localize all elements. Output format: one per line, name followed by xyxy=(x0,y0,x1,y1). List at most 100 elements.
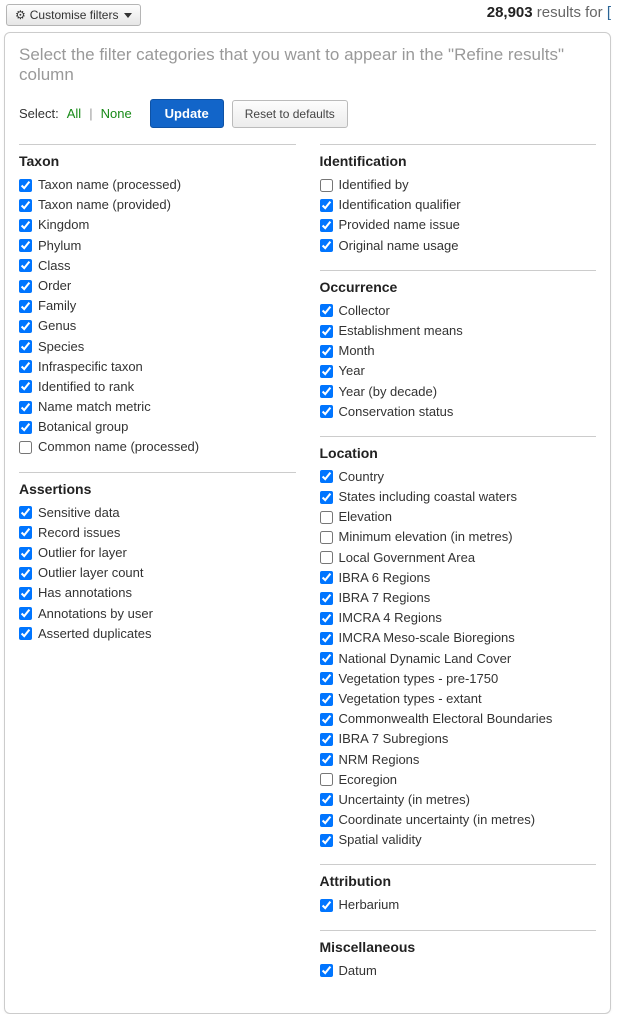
filter-checkbox[interactable] xyxy=(320,385,333,398)
filter-label[interactable]: Month xyxy=(339,342,375,360)
filter-label[interactable]: Year (by decade) xyxy=(339,383,438,401)
filter-checkbox[interactable] xyxy=(19,360,32,373)
filter-label[interactable]: Botanical group xyxy=(38,418,128,436)
filter-label[interactable]: IMCRA 4 Regions xyxy=(339,609,442,627)
filter-checkbox[interactable] xyxy=(19,300,32,313)
filter-label[interactable]: National Dynamic Land Cover xyxy=(339,650,512,668)
filter-checkbox[interactable] xyxy=(320,571,333,584)
filter-label[interactable]: Record issues xyxy=(38,524,120,542)
reset-button[interactable]: Reset to defaults xyxy=(232,100,348,128)
filter-checkbox[interactable] xyxy=(320,773,333,786)
filter-checkbox[interactable] xyxy=(320,964,333,977)
filter-checkbox[interactable] xyxy=(320,345,333,358)
filter-checkbox[interactable] xyxy=(320,470,333,483)
filter-label[interactable]: Annotations by user xyxy=(38,605,153,623)
filter-checkbox[interactable] xyxy=(19,421,32,434)
filter-checkbox[interactable] xyxy=(19,567,32,580)
filter-checkbox[interactable] xyxy=(19,401,32,414)
filter-label[interactable]: Ecoregion xyxy=(339,771,398,789)
filter-checkbox[interactable] xyxy=(320,239,333,252)
filter-label[interactable]: Order xyxy=(38,277,71,295)
filter-checkbox[interactable] xyxy=(19,259,32,272)
filter-checkbox[interactable] xyxy=(19,280,32,293)
filter-label[interactable]: Commonwealth Electoral Boundaries xyxy=(339,710,553,728)
customise-filters-button[interactable]: ⚙ Customise filters xyxy=(6,4,141,26)
filter-label[interactable]: Minimum elevation (in metres) xyxy=(339,528,513,546)
filter-checkbox[interactable] xyxy=(19,320,32,333)
filter-label[interactable]: Class xyxy=(38,257,71,275)
filter-label[interactable]: States including coastal waters xyxy=(339,488,517,506)
filter-label[interactable]: Vegetation types - extant xyxy=(339,690,482,708)
filter-label[interactable]: Establishment means xyxy=(339,322,463,340)
filter-label[interactable]: Conservation status xyxy=(339,403,454,421)
filter-checkbox[interactable] xyxy=(320,199,333,212)
update-button[interactable]: Update xyxy=(150,99,224,128)
filter-checkbox[interactable] xyxy=(320,219,333,232)
filter-label[interactable]: Year xyxy=(339,362,365,380)
filter-label[interactable]: Phylum xyxy=(38,237,81,255)
select-all-link[interactable]: All xyxy=(67,106,81,121)
filter-checkbox[interactable] xyxy=(19,340,32,353)
filter-label[interactable]: Provided name issue xyxy=(339,216,460,234)
filter-checkbox[interactable] xyxy=(320,793,333,806)
filter-checkbox[interactable] xyxy=(320,834,333,847)
filter-label[interactable]: Original name usage xyxy=(339,237,459,255)
filter-checkbox[interactable] xyxy=(320,753,333,766)
filter-label[interactable]: Elevation xyxy=(339,508,392,526)
filter-label[interactable]: Has annotations xyxy=(38,584,132,602)
filter-label[interactable]: Outlier layer count xyxy=(38,564,144,582)
filter-checkbox[interactable] xyxy=(19,380,32,393)
filter-checkbox[interactable] xyxy=(320,405,333,418)
filter-label[interactable]: Identification qualifier xyxy=(339,196,461,214)
filter-label[interactable]: IBRA 7 Subregions xyxy=(339,730,449,748)
filter-label[interactable]: Herbarium xyxy=(339,896,400,914)
filter-label[interactable]: Name match metric xyxy=(38,398,151,416)
filter-label[interactable]: Country xyxy=(339,468,385,486)
filter-checkbox[interactable] xyxy=(320,179,333,192)
filter-label[interactable]: Local Government Area xyxy=(339,549,476,567)
filter-label[interactable]: Collector xyxy=(339,302,390,320)
filter-checkbox[interactable] xyxy=(320,304,333,317)
filter-checkbox[interactable] xyxy=(19,506,32,519)
filter-checkbox[interactable] xyxy=(19,627,32,640)
filter-label[interactable]: Common name (processed) xyxy=(38,438,199,456)
filter-checkbox[interactable] xyxy=(19,607,32,620)
filter-checkbox[interactable] xyxy=(320,652,333,665)
filter-label[interactable]: IMCRA Meso-scale Bioregions xyxy=(339,629,515,647)
filter-label[interactable]: Sensitive data xyxy=(38,504,120,522)
filter-label[interactable]: Taxon name (processed) xyxy=(38,176,181,194)
filter-checkbox[interactable] xyxy=(19,219,32,232)
filter-checkbox[interactable] xyxy=(19,547,32,560)
filter-checkbox[interactable] xyxy=(320,814,333,827)
filter-label[interactable]: IBRA 7 Regions xyxy=(339,589,431,607)
filter-checkbox[interactable] xyxy=(320,612,333,625)
filter-checkbox[interactable] xyxy=(320,672,333,685)
filter-label[interactable]: Infraspecific taxon xyxy=(38,358,143,376)
filter-checkbox[interactable] xyxy=(320,693,333,706)
filter-checkbox[interactable] xyxy=(320,733,333,746)
filter-checkbox[interactable] xyxy=(19,526,32,539)
filter-label[interactable]: Uncertainty (in metres) xyxy=(339,791,470,809)
filter-checkbox[interactable] xyxy=(320,592,333,605)
filter-checkbox[interactable] xyxy=(19,239,32,252)
filter-label[interactable]: Vegetation types - pre-1750 xyxy=(339,670,499,688)
filter-checkbox[interactable] xyxy=(320,511,333,524)
filter-checkbox[interactable] xyxy=(320,365,333,378)
filter-label[interactable]: Taxon name (provided) xyxy=(38,196,171,214)
filter-label[interactable]: Coordinate uncertainty (in metres) xyxy=(339,811,536,829)
filter-label[interactable]: Outlier for layer xyxy=(38,544,127,562)
filter-label[interactable]: Datum xyxy=(339,962,377,980)
filter-checkbox[interactable] xyxy=(19,199,32,212)
filter-checkbox[interactable] xyxy=(19,179,32,192)
filter-label[interactable]: NRM Regions xyxy=(339,751,420,769)
filter-checkbox[interactable] xyxy=(320,531,333,544)
filter-checkbox[interactable] xyxy=(19,587,32,600)
filter-label[interactable]: Spatial validity xyxy=(339,831,422,849)
filter-checkbox[interactable] xyxy=(320,551,333,564)
filter-checkbox[interactable] xyxy=(320,491,333,504)
filter-checkbox[interactable] xyxy=(320,899,333,912)
filter-label[interactable]: Genus xyxy=(38,317,76,335)
filter-checkbox[interactable] xyxy=(19,441,32,454)
filter-label[interactable]: Species xyxy=(38,338,84,356)
filter-checkbox[interactable] xyxy=(320,325,333,338)
